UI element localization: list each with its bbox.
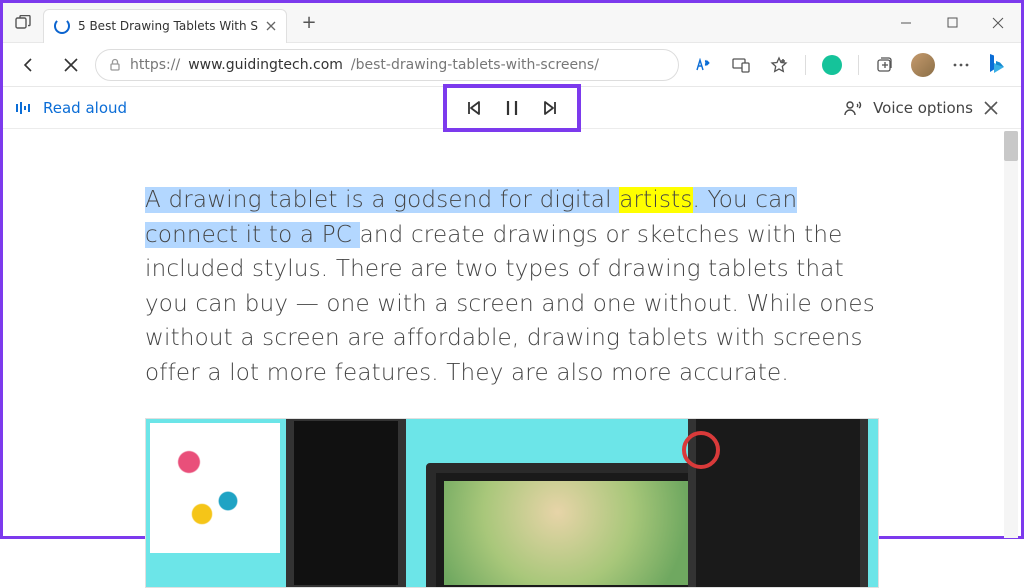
favorites-button[interactable] [761,47,797,83]
collections-button[interactable] [867,47,903,83]
toolbar-divider [858,55,859,75]
voice-options-label: Voice options [873,99,973,117]
maximize-button[interactable] [929,3,975,43]
minimize-button[interactable] [883,3,929,43]
article-paragraph: A drawing tablet is a godsend for digita… [145,183,879,390]
svg-text:»: » [705,59,709,67]
reading-mode-button[interactable]: » [685,47,721,83]
grammarly-extension[interactable] [814,47,850,83]
profile-button[interactable] [905,47,941,83]
stop-button[interactable] [53,47,89,83]
vertical-scrollbar[interactable] [1004,131,1018,538]
avatar-icon [911,53,935,77]
loading-spinner-icon [54,18,70,34]
pause-button[interactable] [493,92,531,124]
scrollbar-thumb[interactable] [1004,131,1018,161]
close-read-aloud-button[interactable] [973,90,1009,126]
decorative-art [150,423,280,553]
browser-toolbar: https:// www.guidingtech.com/best-drawing… [3,43,1021,87]
browser-tab[interactable]: 5 Best Drawing Tablets With Scre [43,9,287,43]
window-controls [883,3,1021,43]
tablet-device [286,418,406,588]
tts-read-text: A drawing tablet is a godsend for digita… [145,187,619,213]
tts-current-word: artists [619,187,692,213]
previous-button[interactable] [455,92,493,124]
read-aloud-icon [15,100,33,116]
tab-manager-button[interactable] [3,3,43,43]
toolbar-divider [805,55,806,75]
read-aloud-button[interactable]: Read aloud [15,99,127,117]
back-button[interactable] [11,47,47,83]
grammarly-icon [822,55,842,75]
page-content: A drawing tablet is a godsend for digita… [3,129,1021,588]
window-titlebar: 5 Best Drawing Tablets With Scre + [3,3,1021,43]
tab-close-button[interactable] [266,21,276,31]
read-aloud-label: Read aloud [43,99,127,117]
playback-controls [443,84,581,132]
article-hero-image [145,418,879,588]
voice-icon [843,99,863,117]
more-button[interactable] [943,47,979,83]
close-window-button[interactable] [975,3,1021,43]
url-host: www.guidingtech.com [188,57,343,73]
lock-icon [108,58,122,72]
url-path: /best-drawing-tablets-with-screens/ [351,57,599,73]
new-tab-button[interactable]: + [293,7,325,39]
voice-options-button[interactable]: Voice options [843,99,973,117]
tab-title: 5 Best Drawing Tablets With Scre [78,19,258,33]
tablet-device [688,418,868,588]
address-bar[interactable]: https:// www.guidingtech.com/best-drawing… [95,49,679,81]
url-scheme: https:// [130,57,180,73]
next-button[interactable] [531,92,569,124]
send-to-device-button[interactable] [723,47,759,83]
bing-button[interactable] [981,49,1013,81]
read-aloud-bar: Read aloud Voice options [3,87,1021,129]
